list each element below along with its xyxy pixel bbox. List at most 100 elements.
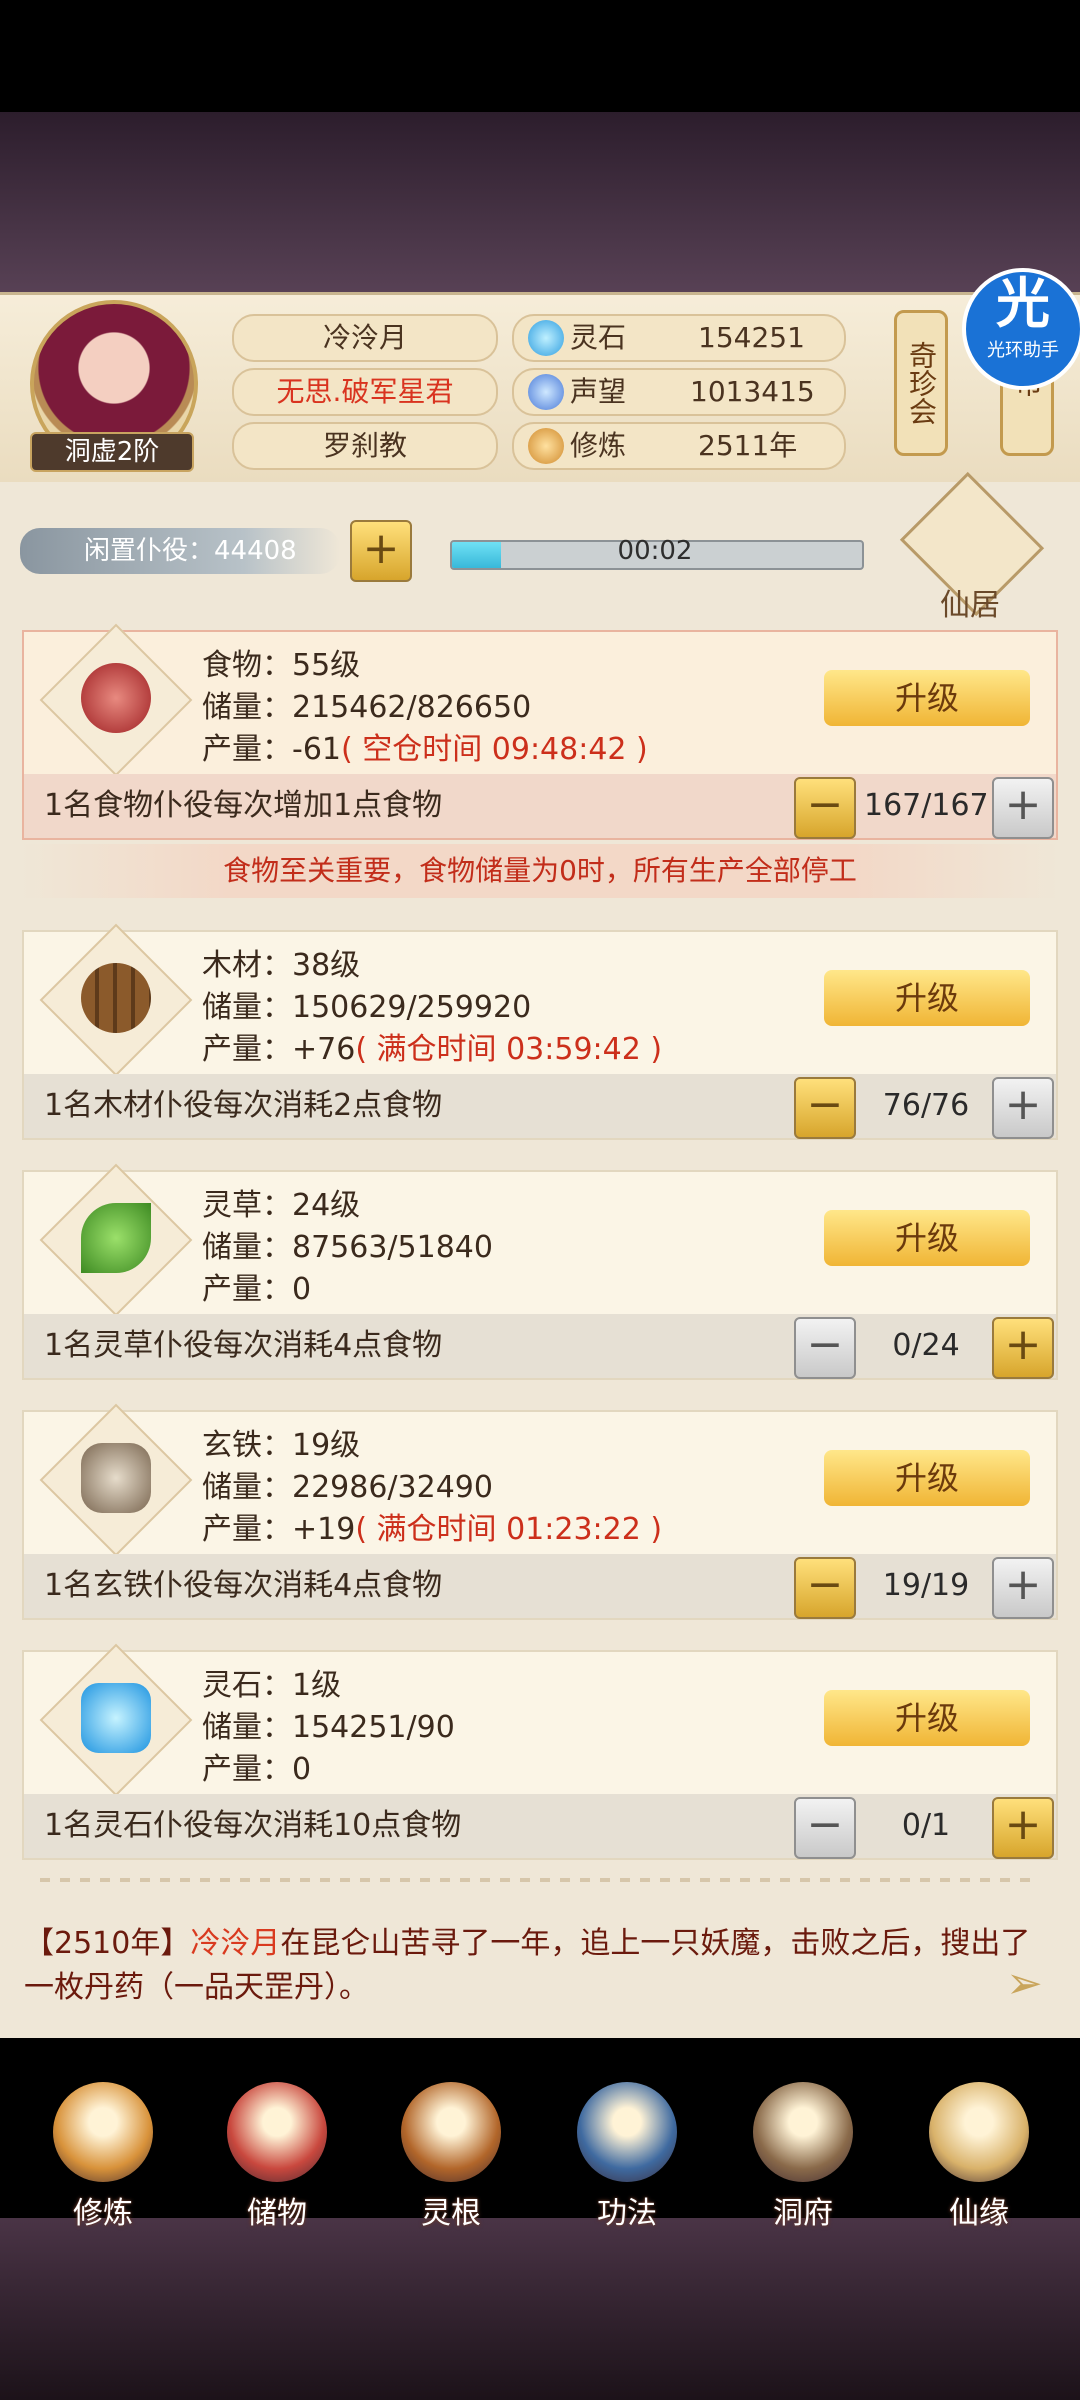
- servant-rule: 1名食物仆役每次增加1点食物: [44, 788, 443, 823]
- stat-label: 修炼: [570, 429, 627, 462]
- player-title: 无思.破军星君: [232, 368, 498, 416]
- top-decoration: [0, 112, 1080, 302]
- upgrade-button[interactable]: 升级: [824, 1210, 1030, 1266]
- resource-output: 产量：0: [202, 1270, 311, 1310]
- output-note: ( 满仓时间 03:59:42 ): [355, 1032, 663, 1067]
- fate-icon: [929, 2082, 1029, 2182]
- stat-value: 154251: [698, 321, 805, 354]
- nav-label: 功法: [597, 2196, 657, 2231]
- servant-count: 19/19: [882, 1568, 970, 1603]
- nav-cultivate[interactable]: 修炼: [28, 2082, 178, 2232]
- output-value: 产量：0: [202, 1272, 312, 1307]
- servant-count: 76/76: [882, 1088, 970, 1123]
- servant-count: 0/1: [901, 1808, 951, 1843]
- storage-bag-icon: [227, 2082, 327, 2182]
- nav-label: 仙缘: [949, 2196, 1009, 2231]
- resource-storage: 储量：150629/259920: [202, 990, 532, 1025]
- scripture-icon: [577, 2082, 677, 2182]
- xianju-label[interactable]: 仙居: [900, 580, 1040, 624]
- output-value: 产量：+76: [202, 1032, 356, 1067]
- decrease-button[interactable]: −: [794, 1077, 856, 1139]
- nav-fate[interactable]: 仙缘: [904, 2082, 1054, 2232]
- resource-card-herb: 灵草：24级 储量：87563/51840 产量：0 升级 1名灵草仆役每次消耗…: [22, 1163, 1058, 1380]
- resource-output: 产量：0: [202, 1750, 311, 1790]
- servant-rule: 1名灵草仆役每次消耗4点食物: [44, 1328, 443, 1363]
- reputation-icon: [528, 374, 564, 410]
- helper-glyph: 光: [996, 272, 1050, 335]
- increase-button[interactable]: +: [992, 1077, 1054, 1139]
- output-value: 产量：+19: [202, 1512, 356, 1547]
- spirit-stone-icon: [81, 1683, 151, 1753]
- nav-label: 洞府: [773, 2196, 833, 2231]
- decrease-button[interactable]: −: [794, 1317, 856, 1379]
- ore-icon: [81, 1443, 151, 1513]
- upgrade-button[interactable]: 升级: [824, 970, 1030, 1026]
- upgrade-button[interactable]: 升级: [824, 1690, 1030, 1746]
- bottom-nav-bar: [0, 2218, 1080, 2400]
- resource-output: 产量：+76( 满仓时间 03:59:42 ): [202, 1030, 662, 1070]
- nav-storage[interactable]: 储物: [202, 2082, 352, 2232]
- output-note: ( 空仓时间 09:48:42 ): [341, 732, 648, 767]
- nav-cave-mansion[interactable]: 洞府: [728, 2082, 878, 2232]
- upgrade-button[interactable]: 升级: [824, 1450, 1030, 1506]
- resource-level: 食物：55级: [202, 648, 361, 683]
- meat-icon: [81, 663, 151, 733]
- event-log: 【2510年】冷泠月在昆仑山苦寻了一年，追上一只妖魔，击败之后，搜出了一枚丹药（…: [24, 1922, 1054, 2010]
- decrease-button[interactable]: −: [794, 1557, 856, 1619]
- card-footer: 1名灵草仆役每次消耗4点食物 − 0/24 +: [24, 1314, 1056, 1379]
- log-year: 【2510年】: [24, 1926, 191, 1961]
- increase-button[interactable]: +: [992, 777, 1054, 839]
- nav-label: 储物: [247, 2196, 307, 2231]
- stat-label: 声望: [570, 375, 627, 408]
- stat-value: 2511年: [698, 429, 798, 462]
- nav-scripture[interactable]: 功法: [552, 2082, 702, 2232]
- player-sect: 罗刹教: [232, 422, 498, 470]
- servant-count: 0/24: [892, 1328, 960, 1363]
- resource-level: 玄铁：19级: [202, 1428, 361, 1463]
- player-name: 冷泠月: [232, 314, 498, 362]
- rank-label: 洞虚2阶: [30, 432, 194, 472]
- herb-icon: [81, 1203, 151, 1273]
- cultivate-icon: [53, 2082, 153, 2182]
- next-arrow-icon[interactable]: ➢: [1006, 1958, 1043, 2009]
- output-value: 产量：0: [202, 1752, 312, 1787]
- card-footer: 1名食物仆役每次增加1点食物 − 167/167 +: [24, 774, 1056, 839]
- servant-rule: 1名灵石仆役每次消耗10点食物: [44, 1808, 462, 1843]
- resource-level: 灵石：1级: [202, 1668, 342, 1703]
- upgrade-button[interactable]: 升级: [824, 670, 1030, 726]
- idle-servants: 闲置仆役：44408: [20, 528, 340, 574]
- increase-button[interactable]: +: [992, 1317, 1054, 1379]
- resource-level: 木材：38级: [202, 948, 361, 983]
- timer-text: 00:02: [617, 536, 693, 566]
- resource-card-spirit-stone: 灵石：1级 储量：154251/90 产量：0 升级 1名灵石仆役每次消耗10点…: [22, 1643, 1058, 1860]
- resource-card-ore: 玄铁：19级 储量：22986/32490 产量：+19( 满仓时间 01:23…: [22, 1403, 1058, 1620]
- card-footer: 1名木材仆役每次消耗2点食物 − 76/76 +: [24, 1074, 1056, 1139]
- decrease-button[interactable]: −: [794, 1797, 856, 1859]
- resource-output: 产量：-61( 空仓时间 09:48:42 ): [202, 730, 648, 770]
- increase-button[interactable]: +: [992, 1557, 1054, 1619]
- food-warning: 食物至关重要，食物储量为0时，所有生产全部停工: [20, 844, 1060, 898]
- crystal-icon: [528, 320, 564, 356]
- resource-level: 灵草：24级: [202, 1188, 361, 1223]
- stat-xiulian: 修炼 2511年: [512, 422, 846, 470]
- resource-card-wood: 木材：38级 储量：150629/259920 产量：+76( 满仓时间 03:…: [22, 923, 1058, 1140]
- card-footer: 1名玄铁仆役每次消耗4点食物 − 19/19 +: [24, 1554, 1056, 1619]
- increase-button[interactable]: +: [992, 1797, 1054, 1859]
- resource-storage: 储量：154251/90: [202, 1710, 455, 1745]
- servant-count: 167/167: [864, 788, 989, 823]
- helper-badge[interactable]: 光 光环助手: [962, 268, 1080, 390]
- resource-output: 产量：+19( 满仓时间 01:23:22 ): [202, 1510, 662, 1550]
- stat-label: 灵石: [570, 321, 627, 354]
- cave-mansion-icon: [753, 2082, 853, 2182]
- card-footer: 1名灵石仆役每次消耗10点食物 − 0/1 +: [24, 1794, 1056, 1859]
- resource-storage: 储量：215462/826650: [202, 690, 532, 725]
- decrease-button[interactable]: −: [794, 777, 856, 839]
- treasure-fair-button[interactable]: 奇珍会: [894, 310, 948, 456]
- nav-spirit-root[interactable]: 灵根: [376, 2082, 526, 2232]
- servant-rule: 1名木材仆役每次消耗2点食物: [44, 1088, 443, 1123]
- resource-card-food: 食物：55级 储量：215462/826650 产量：-61( 空仓时间 09:…: [22, 623, 1058, 840]
- spirit-root-icon: [401, 2082, 501, 2182]
- divider: [40, 1878, 1040, 1882]
- add-servant-button[interactable]: +: [350, 520, 412, 582]
- stat-value: 1013415: [690, 375, 815, 408]
